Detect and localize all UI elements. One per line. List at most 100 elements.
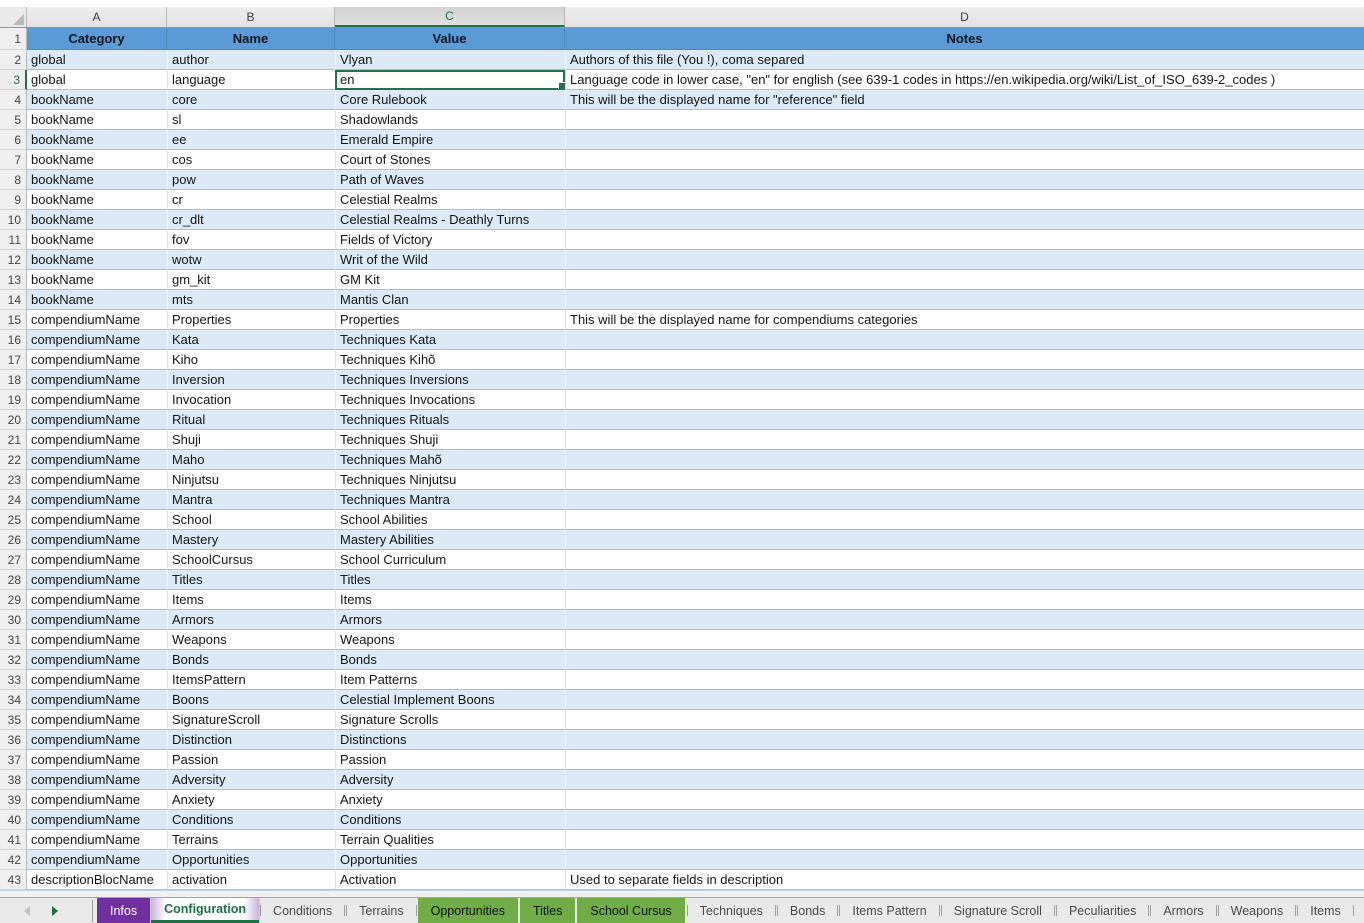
cell-value[interactable]: Vlyan: [335, 50, 565, 70]
cell-name[interactable]: Passion: [167, 750, 335, 770]
cell-value[interactable]: Distinctions: [335, 730, 565, 750]
cell-name[interactable]: author: [167, 50, 335, 70]
cell-notes[interactable]: [565, 790, 1364, 810]
cell-name[interactable]: Properties: [167, 310, 335, 330]
cell-notes[interactable]: [565, 210, 1364, 230]
cell-name[interactable]: Boons: [167, 690, 335, 710]
cell-category[interactable]: compendiumName: [27, 470, 167, 490]
cell-category[interactable]: global: [27, 70, 167, 90]
row-number[interactable]: 11: [0, 230, 27, 250]
row-number[interactable]: 20: [0, 410, 27, 430]
cell-name[interactable]: Conditions: [167, 810, 335, 830]
cell-name[interactable]: gm_kit: [167, 270, 335, 290]
sheet-tab-weapons[interactable]: Weapons: [1218, 898, 1297, 923]
cell-category[interactable]: compendiumName: [27, 370, 167, 390]
cell-value[interactable]: Core Rulebook: [335, 90, 565, 110]
cell-name[interactable]: Armors: [167, 610, 335, 630]
cell-notes[interactable]: [565, 470, 1364, 490]
cell-notes[interactable]: [565, 190, 1364, 210]
row-number[interactable]: 17: [0, 350, 27, 370]
cell-value[interactable]: Mastery Abilities: [335, 530, 565, 550]
cell-value[interactable]: Techniques Mantra: [335, 490, 565, 510]
cell-category[interactable]: compendiumName: [27, 750, 167, 770]
cell-name[interactable]: wotw: [167, 250, 335, 270]
row-number[interactable]: 3: [0, 70, 27, 90]
sheet-tab-armors[interactable]: Armors: [1150, 898, 1216, 923]
cell-notes[interactable]: [565, 130, 1364, 150]
cell-notes[interactable]: [565, 550, 1364, 570]
sheet-tab-peculiarities[interactable]: Peculiarities: [1056, 898, 1149, 923]
cell-value[interactable]: Celestial Realms: [335, 190, 565, 210]
cell-category[interactable]: compendiumName: [27, 830, 167, 850]
cell-value[interactable]: Item Patterns: [335, 670, 565, 690]
row-number[interactable]: 22: [0, 450, 27, 470]
cell-notes[interactable]: [565, 250, 1364, 270]
cell-name[interactable]: Ritual: [167, 410, 335, 430]
row-number[interactable]: 27: [0, 550, 27, 570]
cell-notes[interactable]: [565, 390, 1364, 410]
cell-notes[interactable]: [565, 530, 1364, 550]
cell-value[interactable]: Techniques Mahõ: [335, 450, 565, 470]
header-cell-value[interactable]: Value: [335, 28, 565, 50]
row-number[interactable]: 41: [0, 830, 27, 850]
row-number[interactable]: 6: [0, 130, 27, 150]
row-number[interactable]: 26: [0, 530, 27, 550]
cell-value[interactable]: School Curriculum: [335, 550, 565, 570]
cell-notes[interactable]: [565, 290, 1364, 310]
sheet-tab-infos[interactable]: Infos: [97, 898, 150, 923]
cell-value[interactable]: School Abilities: [335, 510, 565, 530]
row-number[interactable]: 34: [0, 690, 27, 710]
cell-notes[interactable]: [565, 830, 1364, 850]
row-number[interactable]: 21: [0, 430, 27, 450]
cell-category[interactable]: global: [27, 50, 167, 70]
cell-notes[interactable]: [565, 610, 1364, 630]
row-number[interactable]: 16: [0, 330, 27, 350]
sheet-tab-titles[interactable]: Titles: [520, 898, 575, 923]
cell-value[interactable]: Techniques Rituals: [335, 410, 565, 430]
column-header-b[interactable]: B: [167, 7, 335, 27]
column-header-c-selected[interactable]: C: [335, 7, 565, 27]
cell-category[interactable]: descriptionBlocName: [27, 870, 167, 890]
sheet-tab-bonds[interactable]: Bonds: [777, 898, 838, 923]
cell-name[interactable]: ee: [167, 130, 335, 150]
cell-category[interactable]: compendiumName: [27, 450, 167, 470]
row-number[interactable]: 8: [0, 170, 27, 190]
cell-notes[interactable]: [565, 110, 1364, 130]
sheet-tab-opportunities[interactable]: Opportunities: [418, 898, 518, 923]
cell-category[interactable]: compendiumName: [27, 810, 167, 830]
cell-value[interactable]: Techniques Ninjutsu: [335, 470, 565, 490]
cell-value[interactable]: Terrain Qualities: [335, 830, 565, 850]
cell-value[interactable]: Bonds: [335, 650, 565, 670]
row-number[interactable]: 14: [0, 290, 27, 310]
row-number[interactable]: 30: [0, 610, 27, 630]
row-number[interactable]: 37: [0, 750, 27, 770]
cell-name[interactable]: Mastery: [167, 530, 335, 550]
cell-name[interactable]: Titles: [167, 570, 335, 590]
cell-category[interactable]: compendiumName: [27, 490, 167, 510]
cell-notes[interactable]: [565, 450, 1364, 470]
cell-category[interactable]: compendiumName: [27, 690, 167, 710]
cell-notes[interactable]: [565, 510, 1364, 530]
cell-name[interactable]: Adversity: [167, 770, 335, 790]
cell-notes[interactable]: [565, 570, 1364, 590]
cell-category[interactable]: compendiumName: [27, 710, 167, 730]
cell-category[interactable]: compendiumName: [27, 610, 167, 630]
cell-value[interactable]: en: [335, 70, 565, 90]
cell-name[interactable]: core: [167, 90, 335, 110]
row-number[interactable]: 7: [0, 150, 27, 170]
cell-category[interactable]: compendiumName: [27, 390, 167, 410]
cell-category[interactable]: compendiumName: [27, 310, 167, 330]
row-number[interactable]: 10: [0, 210, 27, 230]
cell-name[interactable]: SignatureScroll: [167, 710, 335, 730]
cell-value[interactable]: GM Kit: [335, 270, 565, 290]
cell-value[interactable]: Signature Scrolls: [335, 710, 565, 730]
tab-scroll-right-icon[interactable]: [52, 906, 58, 916]
cell-name[interactable]: language: [167, 70, 335, 90]
cell-category[interactable]: compendiumName: [27, 670, 167, 690]
cell-value[interactable]: Mantis Clan: [335, 290, 565, 310]
row-number[interactable]: 25: [0, 510, 27, 530]
cell-notes[interactable]: [565, 630, 1364, 650]
row-number[interactable]: 32: [0, 650, 27, 670]
cell-value[interactable]: Titles: [335, 570, 565, 590]
cell-name[interactable]: Terrains: [167, 830, 335, 850]
